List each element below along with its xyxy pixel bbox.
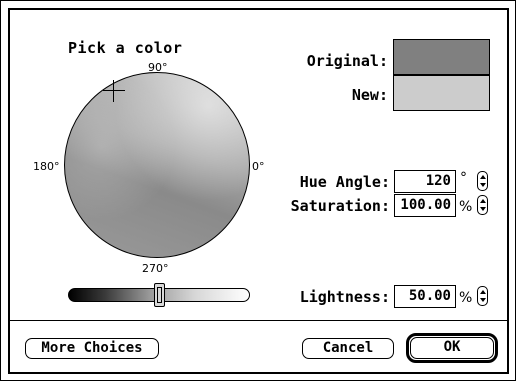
saturation-stepper-icon[interactable] <box>477 195 488 215</box>
hue-unit: ° <box>460 170 467 186</box>
ok-button[interactable]: OK <box>410 337 494 359</box>
new-color-swatch <box>393 75 490 111</box>
degree-270-label: 270° <box>142 262 169 275</box>
color-wheel[interactable] <box>64 72 250 258</box>
original-label: Original: <box>306 52 388 70</box>
hue-stepper-icon[interactable] <box>477 171 488 191</box>
original-color-swatch <box>393 39 490 75</box>
saturation-label: Saturation: <box>290 197 390 215</box>
crosshair-icon[interactable] <box>103 80 125 102</box>
hue-angle-label: Hue Angle: <box>299 173 390 191</box>
lightness-field[interactable]: 50.00 <box>394 285 456 308</box>
saturation-field[interactable]: 100.00 <box>394 194 456 217</box>
degree-0-label: 0° <box>252 160 265 173</box>
more-choices-button[interactable]: More Choices <box>25 338 159 359</box>
lightness-unit: % <box>459 290 473 306</box>
degree-180-label: 180° <box>33 160 60 173</box>
saturation-unit: % <box>459 199 473 215</box>
separator-line <box>10 320 507 321</box>
hue-angle-field[interactable]: 120 <box>394 170 456 193</box>
lightness-slider-thumb[interactable] <box>154 283 165 307</box>
pick-color-title: Pick a color <box>68 39 183 57</box>
new-label: New: <box>351 86 388 104</box>
cancel-button[interactable]: Cancel <box>302 338 394 359</box>
lightness-label: Lightness: <box>299 288 390 306</box>
lightness-stepper-icon[interactable] <box>477 286 488 306</box>
color-wheel-disc[interactable] <box>64 72 250 258</box>
